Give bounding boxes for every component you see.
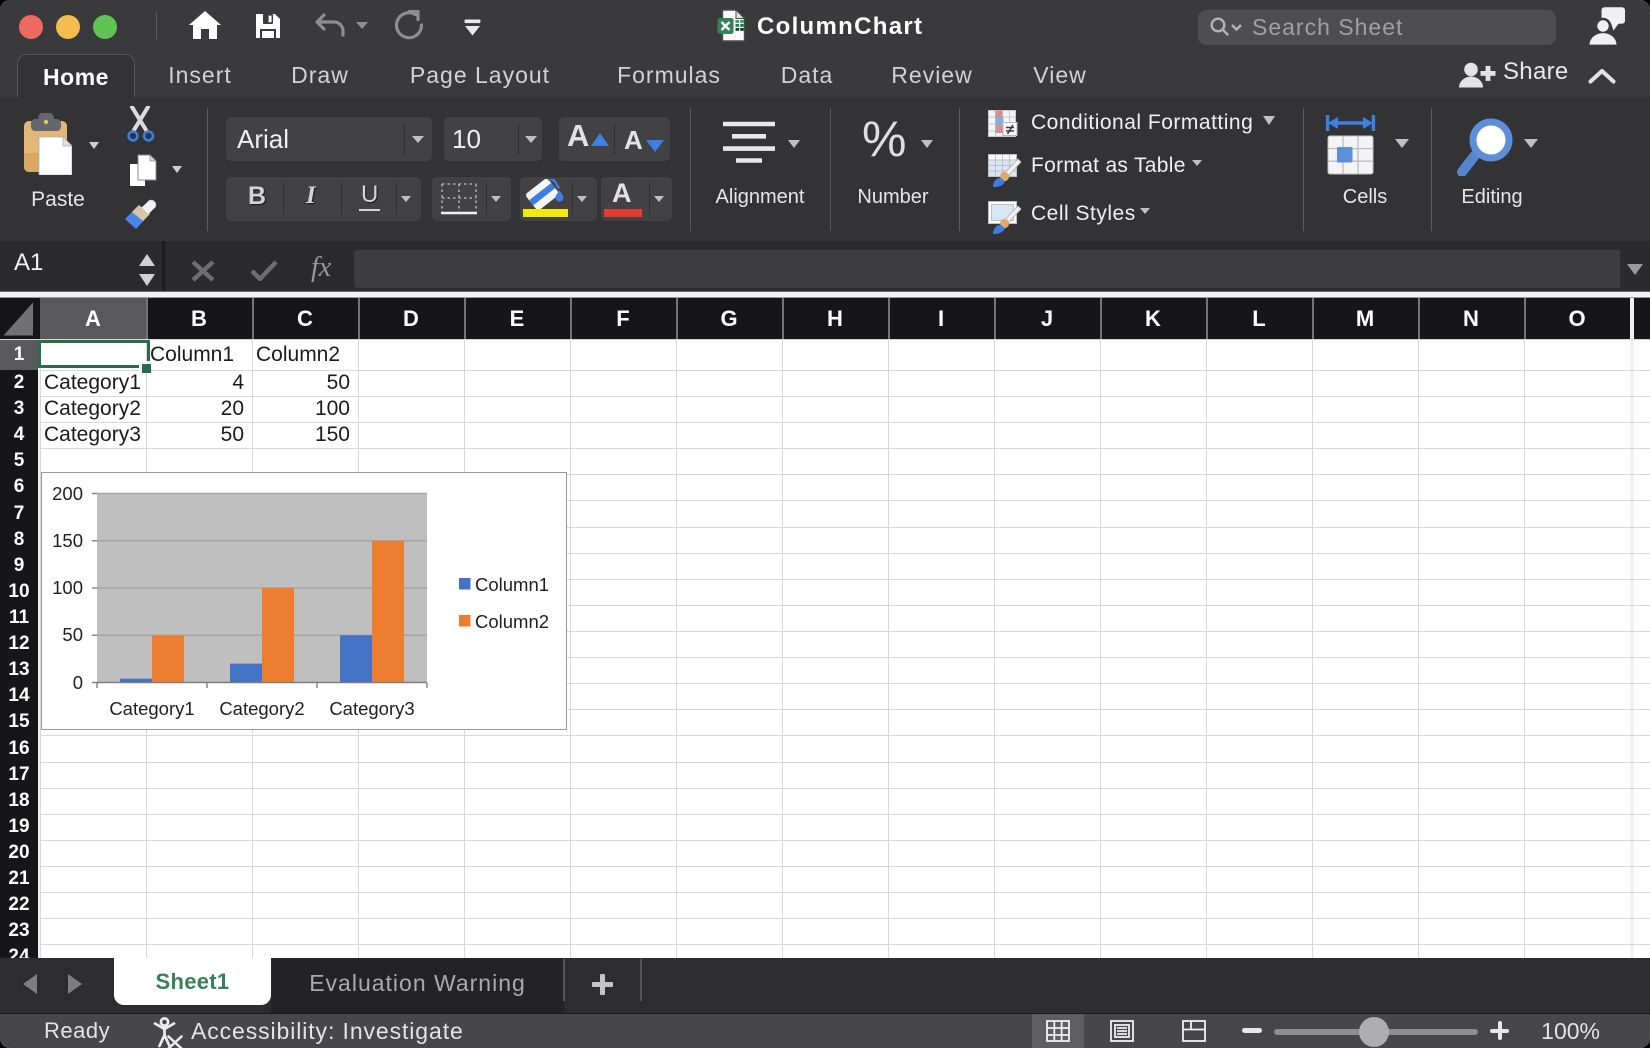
svg-text:Column2: Column2 bbox=[475, 611, 549, 632]
svg-text:150: 150 bbox=[52, 530, 83, 551]
svg-text:Column1: Column1 bbox=[475, 574, 549, 595]
svg-text:Category2: Category2 bbox=[219, 698, 304, 719]
svg-text:Category1: Category1 bbox=[109, 698, 194, 719]
svg-text:100: 100 bbox=[52, 577, 83, 598]
svg-text:Category3: Category3 bbox=[329, 698, 414, 719]
svg-text:200: 200 bbox=[52, 483, 83, 504]
svg-text:0: 0 bbox=[73, 672, 83, 693]
svg-text:50: 50 bbox=[62, 624, 83, 645]
